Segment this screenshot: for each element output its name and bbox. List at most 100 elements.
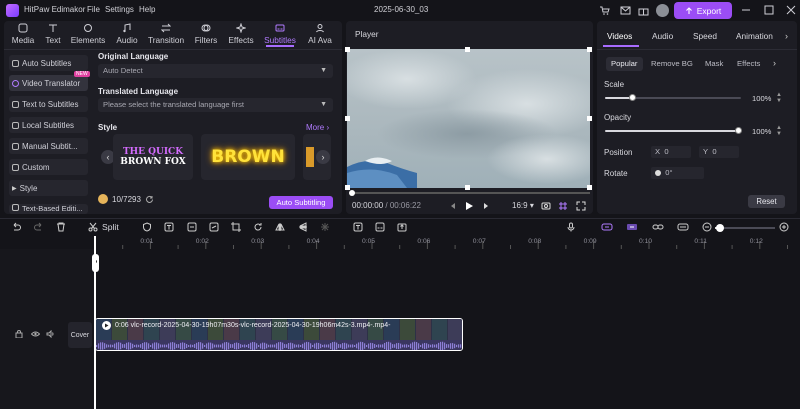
position-y-field[interactable]: Y 0 (699, 146, 739, 158)
tab-ai-avatar[interactable]: AI Ava (302, 22, 338, 47)
sidebar-item-video-translator[interactable]: Video Translator (9, 75, 88, 91)
export-frame-icon[interactable] (397, 222, 407, 232)
freeze-frame-icon[interactable] (187, 222, 197, 232)
sidebar-item-custom[interactable]: Custom (9, 159, 88, 175)
text-to-speech-icon[interactable] (353, 222, 363, 232)
tab-text[interactable]: Text (35, 22, 71, 47)
translated-language-select[interactable]: Please select the translated language fi… (98, 98, 333, 112)
tab-filters[interactable]: Filters (188, 22, 224, 47)
zoom-slider[interactable] (715, 227, 775, 229)
aspect-ratio-select[interactable]: 16:9 ▾ (512, 201, 534, 210)
crop-handle[interactable] (345, 116, 350, 121)
subtitle-tool-icon[interactable] (375, 222, 385, 232)
eye-icon[interactable] (31, 330, 40, 338)
minimize-icon[interactable] (741, 5, 751, 15)
next-frame-icon[interactable] (482, 202, 490, 210)
text-box-icon[interactable] (164, 222, 174, 232)
sidebar-item-style[interactable]: ▶ Style (9, 180, 88, 196)
sidebar-item-local-subtitles[interactable]: Local Subtitles (9, 117, 88, 133)
export-button[interactable]: Export (674, 2, 732, 19)
mirror-icon[interactable] (275, 222, 285, 232)
subtab-effects[interactable]: Effects (732, 57, 765, 71)
style-sample-brown-glow[interactable]: BROWN (201, 134, 295, 180)
chevron-right-icon[interactable]: › (773, 58, 776, 68)
close-icon[interactable] (786, 5, 796, 15)
zoom-out-icon[interactable] (702, 222, 712, 232)
maximize-icon[interactable] (764, 5, 774, 15)
speed-icon[interactable] (209, 222, 219, 232)
crop-handle[interactable] (587, 185, 592, 190)
subtab-popular[interactable]: Popular (606, 57, 643, 71)
opacity-stepper[interactable]: ▲ ▼ (776, 125, 782, 137)
gift-icon[interactable] (638, 5, 649, 16)
tab-speed[interactable]: Speed (693, 31, 717, 41)
subtab-mask[interactable]: Mask (700, 57, 728, 71)
menu-file[interactable]: File (87, 5, 100, 14)
fit-timeline-icon[interactable] (677, 222, 689, 232)
undo-icon[interactable] (11, 222, 21, 232)
zoom-in-icon[interactable] (779, 222, 789, 232)
tab-elements[interactable]: Elements (70, 22, 106, 47)
rotate-field[interactable]: 0° (651, 167, 704, 179)
stabilize-icon[interactable] (320, 222, 330, 232)
tab-effects[interactable]: Effects (223, 22, 259, 47)
speaker-icon[interactable] (46, 330, 55, 338)
reset-button[interactable]: Reset (748, 195, 785, 208)
magnet-snap-icon[interactable] (601, 222, 613, 232)
play-icon[interactable] (465, 201, 474, 211)
video-preview[interactable] (347, 49, 590, 188)
cart-icon[interactable] (599, 5, 610, 16)
grid-icon[interactable] (558, 201, 568, 211)
crop-handle[interactable] (345, 185, 350, 190)
playback-track[interactable] (352, 192, 590, 194)
chevron-right-icon[interactable]: › (785, 31, 788, 41)
redo-icon[interactable] (34, 222, 44, 232)
tab-transition[interactable]: Transition (148, 22, 184, 47)
scale-stepper[interactable]: ▲ ▼ (776, 92, 782, 104)
fullscreen-icon[interactable] (576, 201, 586, 211)
tab-animation[interactable]: Animation (736, 31, 773, 41)
sidebar-item-text-to-subtitles[interactable]: Text to Subtitles (9, 96, 88, 112)
tab-subtitles[interactable]: Subtitles (262, 22, 298, 47)
shield-icon[interactable] (142, 222, 152, 232)
link-icon[interactable] (652, 222, 664, 232)
cover-button[interactable]: Cover (68, 322, 92, 348)
tab-videos[interactable]: Videos (607, 31, 632, 41)
flip-icon[interactable] (298, 222, 308, 232)
style-next-button[interactable]: › (316, 150, 330, 164)
sidebar-item-manual-subtitles[interactable]: Manual Subtit... (9, 138, 88, 154)
track-link-icon[interactable] (626, 222, 637, 232)
previous-frame-icon[interactable] (449, 202, 457, 210)
split-button[interactable]: Split (102, 222, 119, 232)
opacity-value[interactable]: 100% (752, 127, 771, 136)
playback-scrubber[interactable] (349, 190, 355, 196)
original-language-select[interactable]: Auto Detect ▼ (98, 64, 333, 78)
rotate-icon[interactable] (253, 222, 263, 232)
snapshot-icon[interactable] (541, 201, 551, 210)
position-x-field[interactable]: X 0 (651, 146, 691, 158)
avatar[interactable] (656, 4, 669, 17)
delete-icon[interactable] (56, 222, 66, 232)
crop-icon[interactable] (231, 222, 241, 232)
subtab-remove-bg[interactable]: Remove BG (646, 57, 698, 71)
menu-help[interactable]: Help (139, 5, 155, 14)
opacity-slider[interactable] (605, 130, 738, 132)
style-sample-quick-brown-fox[interactable]: THE QUICK BROWN FOX (113, 134, 193, 180)
scissors-icon[interactable] (88, 222, 98, 232)
sidebar-item-auto-subtitles[interactable]: Auto Subtitles (9, 55, 88, 71)
menu-settings[interactable]: Settings (105, 5, 134, 14)
crop-handle[interactable] (587, 47, 592, 52)
scale-slider-knob[interactable] (629, 94, 636, 101)
more-link[interactable]: More › (306, 123, 329, 132)
crop-handle[interactable] (587, 116, 592, 121)
refresh-icon[interactable] (145, 195, 154, 204)
crop-handle[interactable] (465, 47, 470, 52)
tab-audio-props[interactable]: Audio (652, 31, 673, 41)
sidebar-item-text-based-editing[interactable]: Text-Based Editi... (9, 204, 88, 214)
scale-value[interactable]: 100% (752, 94, 771, 103)
zoom-slider-knob[interactable] (716, 224, 724, 232)
crop-handle[interactable] (465, 185, 470, 190)
tab-audio[interactable]: Audio (109, 22, 145, 47)
auto-subtitling-button[interactable]: Auto Subtitling (269, 196, 333, 209)
mail-icon[interactable] (620, 5, 631, 16)
